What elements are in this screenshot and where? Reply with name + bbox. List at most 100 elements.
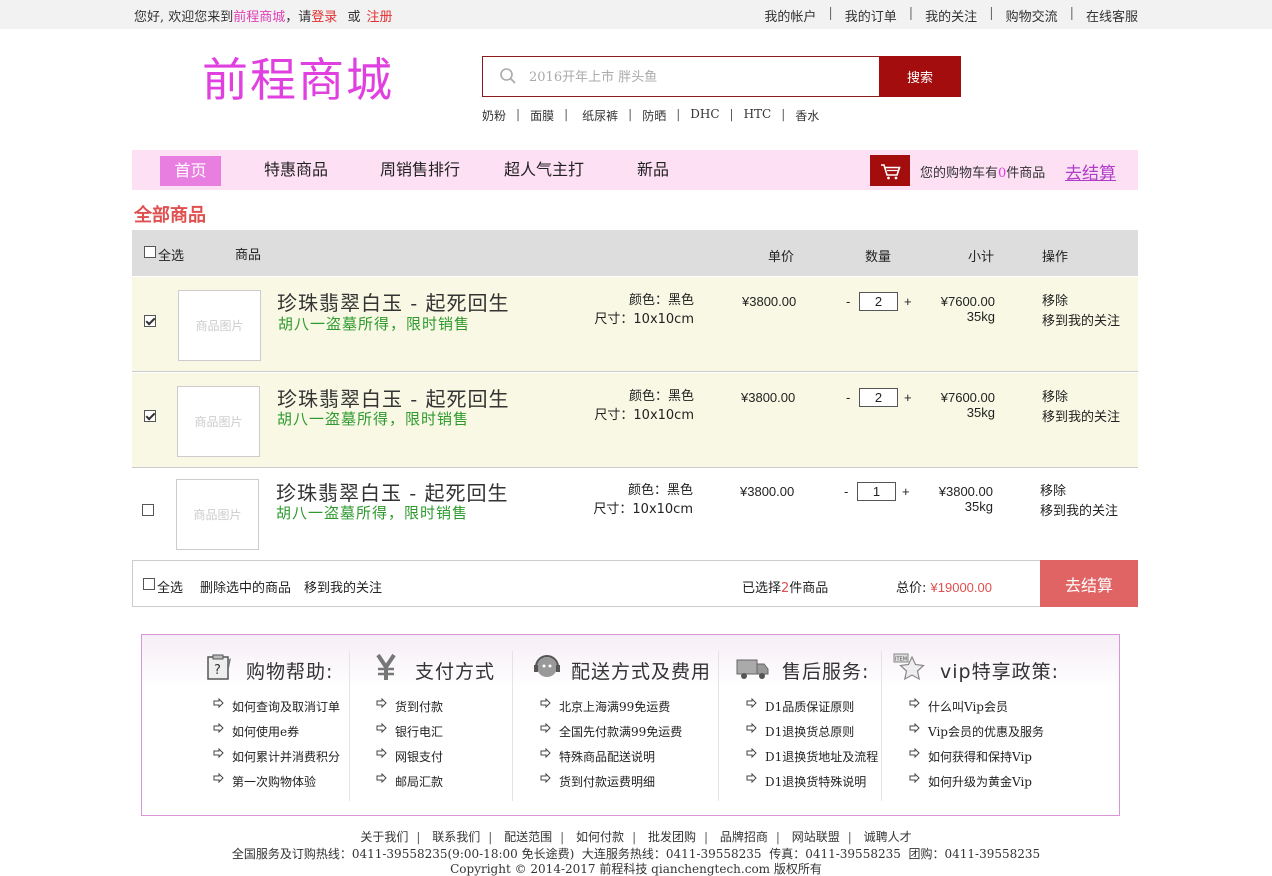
- nav-new[interactable]: 新品: [637, 150, 669, 190]
- footer-link[interactable]: 配送范围: [504, 830, 552, 844]
- help-link[interactable]: 什么叫Vip会员: [909, 698, 1008, 715]
- select-all-checkbox[interactable]: [144, 246, 156, 258]
- help-link[interactable]: 网银支付: [376, 748, 443, 765]
- help-link[interactable]: 北京上海满99免运费: [540, 698, 670, 715]
- help-link[interactable]: 如何升级为黄金Vip: [909, 773, 1032, 790]
- help-link[interactable]: 如何获得和保持Vip: [909, 748, 1032, 765]
- nav-home[interactable]: 首页: [160, 156, 221, 186]
- help-link[interactable]: 第一次购物体验: [213, 773, 316, 790]
- help-link[interactable]: D1退换货特殊说明: [746, 773, 866, 790]
- cart-row: 商品图片 珍珠翡翠白玉 - 起死回生 胡八一盗墓所得，限时销售 颜色：黑色 尺寸：…: [132, 277, 1138, 372]
- separator: |: [729, 107, 734, 121]
- help-link[interactable]: 银行电汇: [376, 723, 443, 740]
- qty-input[interactable]: 1: [857, 482, 896, 501]
- selected-prefix: 已选择: [742, 581, 782, 596]
- help-link[interactable]: 如何累计并消费积分: [213, 748, 340, 765]
- qty-minus-button[interactable]: -: [846, 390, 850, 405]
- remove-link[interactable]: 移除: [1042, 388, 1120, 408]
- footer-link[interactable]: 关于我们: [360, 830, 408, 844]
- qty-input[interactable]: 2: [859, 292, 898, 311]
- header-product: 商品: [235, 248, 262, 263]
- help-link[interactable]: 货到付款运费明细: [540, 773, 655, 790]
- online-service-link[interactable]: 在线客服: [1086, 6, 1138, 25]
- help-link[interactable]: D1退换货地址及流程: [746, 748, 878, 765]
- help-link[interactable]: Vip会员的优惠及服务: [909, 723, 1044, 740]
- column-divider: [512, 651, 513, 801]
- move-to-follow-link[interactable]: 移到我的关注: [1042, 312, 1120, 332]
- footer-link[interactable]: 品牌招商: [720, 830, 768, 844]
- help-link[interactable]: 邮局汇款: [376, 773, 443, 790]
- help-link[interactable]: 全国先付款满99免运费: [540, 723, 682, 740]
- delete-selected-link[interactable]: 删除选中的商品: [200, 577, 291, 596]
- footer-link[interactable]: 联系我们: [432, 830, 480, 844]
- my-account-link[interactable]: 我的帐户: [764, 6, 816, 25]
- svg-text:?: ?: [214, 663, 221, 678]
- footer-link[interactable]: 网站联盟: [792, 830, 840, 844]
- qty-plus-button[interactable]: +: [904, 294, 912, 309]
- separator: |: [703, 830, 708, 844]
- hotword-link[interactable]: 防晒: [642, 107, 666, 124]
- qty-input[interactable]: 2: [859, 388, 898, 407]
- qty-plus-button[interactable]: +: [902, 484, 910, 499]
- arrow-icon: [909, 748, 920, 759]
- product-image[interactable]: 商品图片: [176, 479, 259, 550]
- checkout-button[interactable]: 去结算: [1040, 560, 1138, 607]
- nav-popular[interactable]: 超人气主打: [504, 150, 584, 190]
- select-all-checkbox[interactable]: [143, 578, 155, 590]
- help-link[interactable]: 货到付款: [376, 698, 443, 715]
- product-tagline: 胡八一盗墓所得，限时销售: [276, 504, 469, 522]
- site-logo[interactable]: 前程商城: [202, 44, 394, 110]
- my-follows-link[interactable]: 我的关注: [925, 6, 977, 25]
- arrow-icon: [376, 698, 387, 709]
- separator: |: [775, 830, 780, 844]
- qty-minus-button[interactable]: -: [844, 484, 848, 499]
- shopping-forum-link[interactable]: 购物交流: [1006, 6, 1058, 25]
- help-link[interactable]: 特殊商品配送说明: [540, 748, 655, 765]
- footer-link[interactable]: 批发团购: [648, 830, 696, 844]
- product-image[interactable]: 商品图片: [178, 290, 261, 361]
- remove-link[interactable]: 移除: [1042, 292, 1120, 312]
- qty-plus-button[interactable]: +: [904, 390, 912, 405]
- hotword-link[interactable]: HTC: [744, 107, 772, 124]
- move-selected-to-follow-link[interactable]: 移到我的关注: [304, 577, 382, 596]
- help-link[interactable]: 如何使用e券: [213, 723, 299, 740]
- move-to-follow-link[interactable]: 移到我的关注: [1040, 502, 1118, 522]
- hotword-link[interactable]: DHC: [690, 107, 719, 124]
- row-checkbox[interactable]: [144, 410, 156, 422]
- remove-link[interactable]: 移除: [1040, 482, 1118, 502]
- footer-link[interactable]: 诚聘人才: [864, 830, 912, 844]
- unit-price: ¥3800.00: [740, 484, 795, 499]
- separator: |: [847, 830, 852, 844]
- header-subtotal: 小计: [968, 250, 995, 265]
- search-button[interactable]: 搜索: [879, 56, 961, 97]
- separator: |: [416, 830, 421, 844]
- brand-link[interactable]: 前程商城: [233, 10, 285, 25]
- nav-checkout-link[interactable]: 去结算: [1065, 159, 1116, 184]
- hotword-link[interactable]: 面膜: [530, 107, 554, 124]
- move-to-follow-link[interactable]: 移到我的关注: [1042, 408, 1120, 428]
- hotword-link[interactable]: 香水: [795, 107, 819, 124]
- my-orders-link[interactable]: 我的订单: [845, 6, 897, 25]
- qty-minus-button[interactable]: -: [846, 294, 850, 309]
- select-all-label: 全选: [158, 249, 185, 264]
- hotword-link[interactable]: 奶粉: [482, 107, 506, 124]
- arrow-icon: [540, 723, 551, 734]
- separator: |: [828, 6, 833, 21]
- register-link[interactable]: 注册: [366, 10, 392, 25]
- hotword-link[interactable]: 纸尿裤: [582, 107, 618, 124]
- help-link[interactable]: 如何查询及取消订单: [213, 698, 340, 715]
- arrow-icon: [746, 748, 757, 759]
- separator: |: [989, 6, 994, 21]
- row-checkbox[interactable]: [142, 504, 154, 516]
- login-link[interactable]: 登录: [311, 10, 337, 25]
- help-link[interactable]: D1品质保证原则: [746, 698, 854, 715]
- nav-specials[interactable]: 特惠商品: [264, 150, 328, 190]
- footer-link[interactable]: 如何付款: [576, 830, 624, 844]
- help-link[interactable]: D1退换货总原则: [746, 723, 854, 740]
- product-name[interactable]: 珍珠翡翠白玉 - 起死回生: [277, 287, 509, 316]
- shopping-cart-icon[interactable]: [870, 155, 910, 186]
- row-checkbox[interactable]: [144, 315, 156, 327]
- nav-weekly-ranking[interactable]: 周销售排行: [380, 150, 460, 190]
- product-image[interactable]: 商品图片: [177, 386, 260, 457]
- search-input[interactable]: [529, 66, 859, 88]
